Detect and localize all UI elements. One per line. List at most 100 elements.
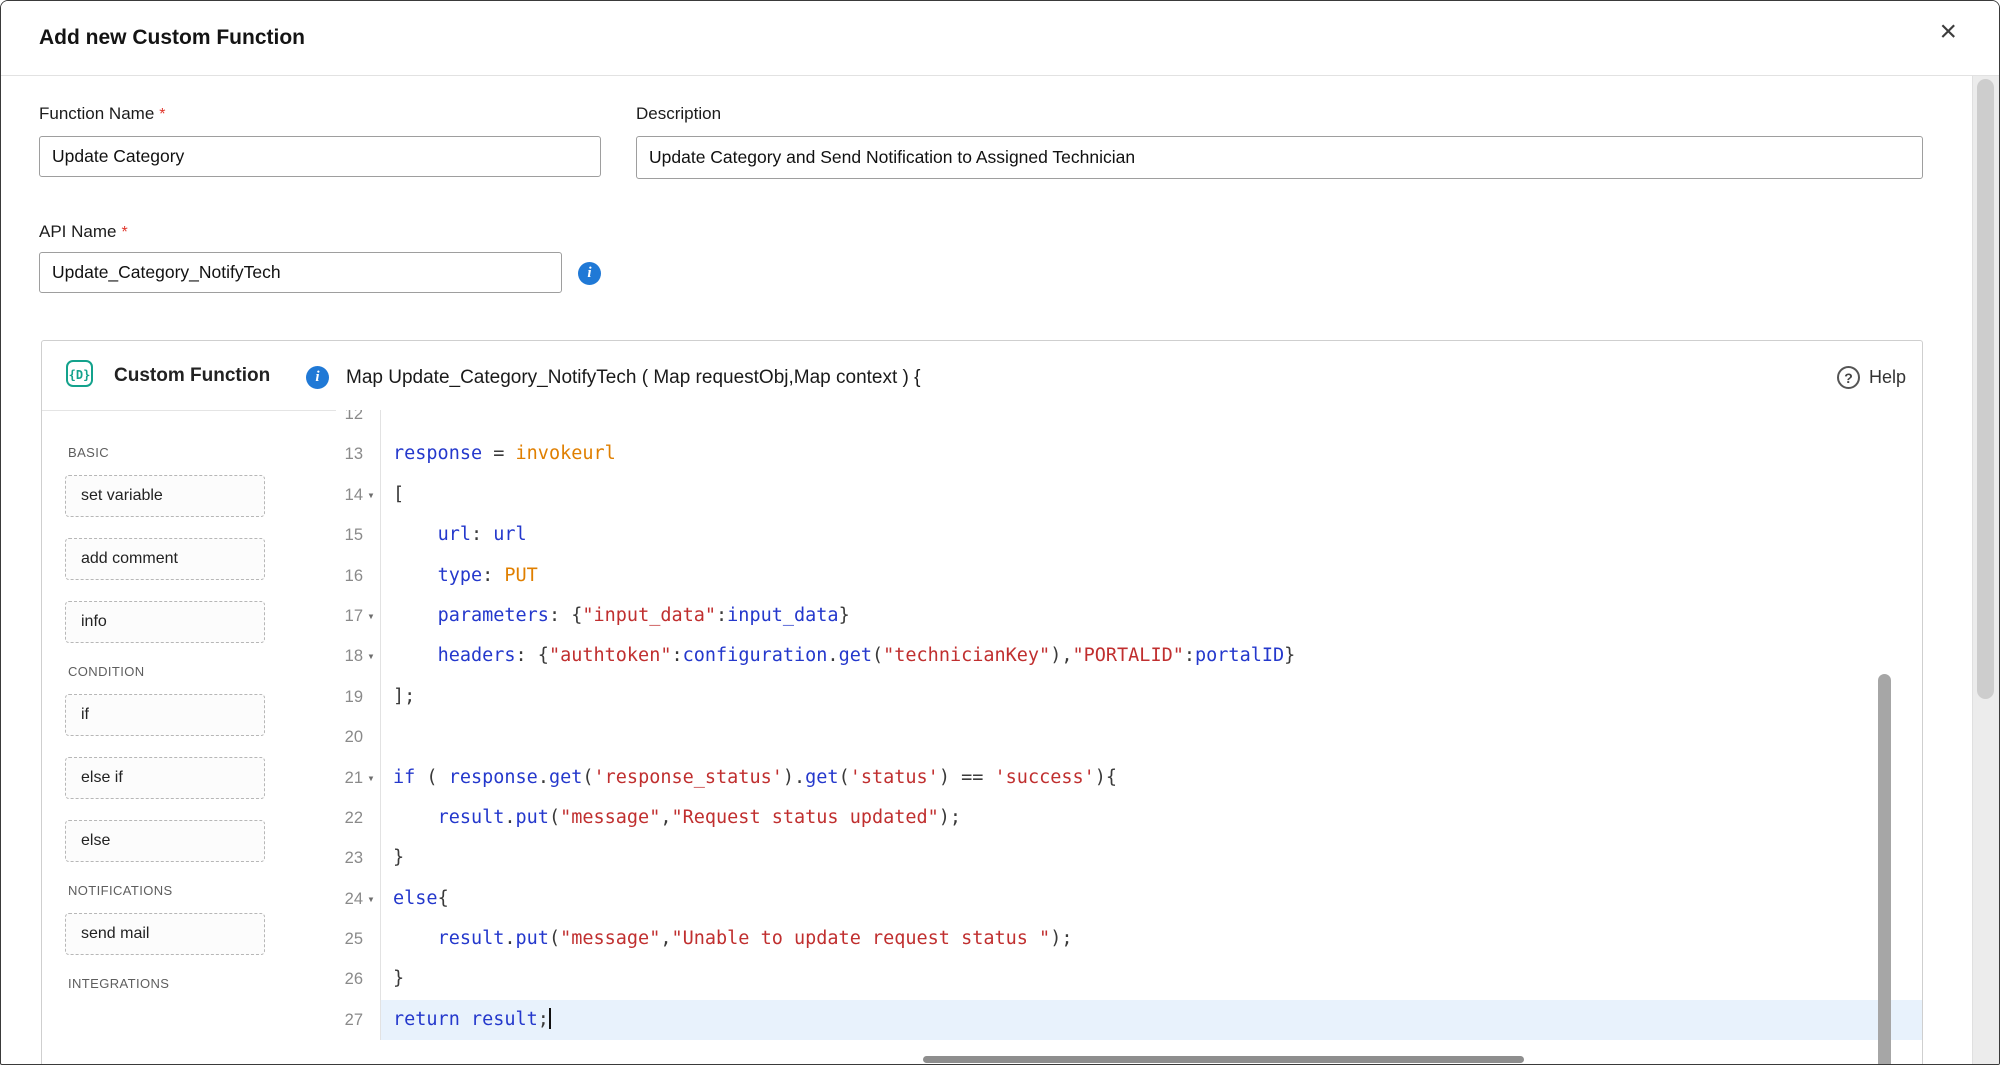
dialog-scrollbar-thumb[interactable]: [1977, 79, 1994, 699]
code-line[interactable]: 19];: [336, 677, 1922, 717]
code-line[interactable]: 26}: [336, 959, 1922, 999]
code-line-text[interactable]: if ( response.get('response_status').get…: [381, 758, 1922, 798]
code-horizontal-scrollbar[interactable]: [923, 1056, 1524, 1063]
snippet-info[interactable]: info: [65, 601, 265, 643]
custom-function-info-icon[interactable]: i: [306, 366, 329, 389]
code-line-text[interactable]: result.put("message","Request status upd…: [381, 798, 1922, 838]
code-line-text[interactable]: return result;: [381, 1000, 1922, 1040]
code-line[interactable]: 12: [336, 410, 1922, 434]
code-line-text[interactable]: }: [381, 959, 1922, 999]
gutter: 18▾: [336, 636, 381, 676]
required-asterisk: *: [159, 106, 165, 123]
code-line-text[interactable]: parameters: {"input_data":input_data}: [381, 596, 1922, 636]
help-button[interactable]: ? Help: [1837, 366, 1906, 389]
line-number: 19: [336, 677, 363, 717]
gutter: 24▾: [336, 879, 381, 919]
code-line[interactable]: 20: [336, 717, 1922, 757]
api-name-input[interactable]: [39, 252, 562, 293]
description-input[interactable]: [636, 136, 1923, 179]
code-line[interactable]: 17▾ parameters: {"input_data":input_data…: [336, 596, 1922, 636]
section-label: INTEGRATIONS: [68, 976, 336, 991]
code-line[interactable]: 24▾else{: [336, 879, 1922, 919]
code-line-text[interactable]: else{: [381, 879, 1922, 919]
required-asterisk: *: [121, 224, 127, 241]
deluge-icon: {D}: [66, 360, 93, 387]
code-line[interactable]: 23}: [336, 838, 1922, 878]
code-line-text[interactable]: }: [381, 838, 1922, 878]
close-icon[interactable]: ×: [1939, 17, 1957, 47]
code-line-text[interactable]: result.put("message","Unable to update r…: [381, 919, 1922, 959]
gutter: 26: [336, 959, 381, 999]
fold-arrow-icon[interactable]: ▾: [363, 636, 379, 676]
snippet-if[interactable]: if: [65, 694, 265, 736]
fold-spacer: [363, 919, 379, 959]
fold-spacer: [363, 434, 379, 474]
gutter: 25: [336, 919, 381, 959]
code-line[interactable]: 25 result.put("message","Unable to updat…: [336, 919, 1922, 959]
code-line[interactable]: 22 result.put("message","Request status …: [336, 798, 1922, 838]
api-name-info-icon[interactable]: i: [578, 262, 601, 285]
code-line-text[interactable]: [381, 717, 1922, 757]
line-number: 21: [336, 758, 363, 798]
gutter: 13: [336, 434, 381, 474]
snippet-section-notifications: NOTIFICATIONS send mail: [65, 883, 336, 955]
snippet-set-variable[interactable]: set variable: [65, 475, 265, 517]
code-line-text[interactable]: [381, 410, 1922, 434]
code-line-text[interactable]: type: PUT: [381, 556, 1922, 596]
code-line[interactable]: 21▾if ( response.get('response_status').…: [336, 758, 1922, 798]
snippet-else-if[interactable]: else if: [65, 757, 265, 799]
function-name-label: Function Name*: [39, 104, 166, 124]
gutter: 16: [336, 556, 381, 596]
code-line-text[interactable]: url: url: [381, 515, 1922, 555]
gutter: 19: [336, 677, 381, 717]
fold-spacer: [363, 410, 379, 434]
snippet-add-comment[interactable]: add comment: [65, 538, 265, 580]
editor-panel-title: Custom Function: [114, 365, 270, 387]
function-name-input[interactable]: [39, 136, 601, 177]
editor-panel-body: BASIC set variable add comment info CONDITIO…: [42, 410, 1922, 1064]
fold-arrow-icon[interactable]: ▾: [363, 475, 379, 515]
snippet-send-mail[interactable]: send mail: [65, 913, 265, 955]
api-name-label: API Name*: [39, 222, 128, 242]
code-line-text[interactable]: [: [381, 475, 1922, 515]
line-number: 12: [336, 410, 363, 434]
gutter: 21▾: [336, 758, 381, 798]
code-line-text[interactable]: ];: [381, 677, 1922, 717]
snippet-else[interactable]: else: [65, 820, 265, 862]
fold-spacer: [363, 717, 379, 757]
line-number: 23: [336, 838, 363, 878]
code-line-text[interactable]: response = invokeurl: [381, 434, 1922, 474]
line-number: 24: [336, 879, 363, 919]
fold-spacer: [363, 959, 379, 999]
code-line[interactable]: 18▾ headers: {"authtoken":configuration.…: [336, 636, 1922, 676]
code-line[interactable]: 14▾[: [336, 475, 1922, 515]
line-number: 14: [336, 475, 363, 515]
code-line[interactable]: 16 type: PUT: [336, 556, 1922, 596]
fold-spacer: [363, 515, 379, 555]
fold-arrow-icon[interactable]: ▾: [363, 879, 379, 919]
code-line[interactable]: 13response = invokeurl: [336, 434, 1922, 474]
custom-function-editor-panel: {D} Custom Function i Map Update_Categor…: [41, 340, 1923, 1064]
section-label: NOTIFICATIONS: [68, 883, 336, 898]
code-line[interactable]: 15 url: url: [336, 515, 1922, 555]
code-line[interactable]: 27return result;: [336, 1000, 1922, 1040]
fold-arrow-icon[interactable]: ▾: [363, 758, 379, 798]
gutter: 20: [336, 717, 381, 757]
snippet-sidebar: BASIC set variable add comment info CONDITIO…: [42, 410, 336, 1064]
line-number: 16: [336, 556, 363, 596]
dialog-scrollbar-track[interactable]: [1972, 76, 1999, 1064]
line-number: 18: [336, 636, 363, 676]
gutter: 15: [336, 515, 381, 555]
line-number: 22: [336, 798, 363, 838]
line-number: 20: [336, 717, 363, 757]
section-label: BASIC: [68, 445, 336, 460]
gutter: 22: [336, 798, 381, 838]
gutter: 23: [336, 838, 381, 878]
help-question-icon: ?: [1837, 366, 1860, 389]
fold-arrow-icon[interactable]: ▾: [363, 596, 379, 636]
code-vertical-scrollbar[interactable]: [1878, 674, 1891, 1064]
snippet-section-integrations: INTEGRATIONS: [65, 976, 336, 991]
section-label: CONDITION: [68, 664, 336, 679]
code-editor[interactable]: 1213response = invokeurl14▾[15 url: url1…: [336, 410, 1922, 1064]
code-line-text[interactable]: headers: {"authtoken":configuration.get(…: [381, 636, 1922, 676]
